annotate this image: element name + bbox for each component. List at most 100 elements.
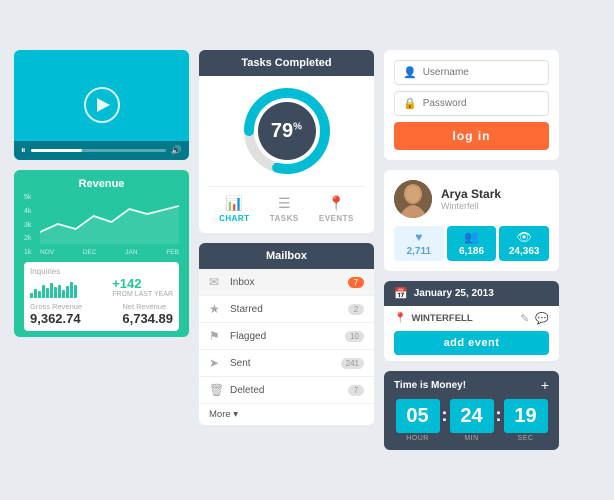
progress-bar[interactable] — [31, 149, 166, 152]
column-1: ⏸ 🔊 Revenue 5k 4k 3k 2k 1k — [14, 50, 189, 450]
secs-value: 19 — [504, 399, 548, 433]
tasks-icon: ☰ — [278, 195, 291, 212]
mail-item-inbox[interactable]: ✉ Inbox 7 — [199, 269, 374, 296]
stat-likes[interactable]: ♥ 2,711 — [394, 226, 444, 261]
mins-label: MIN — [464, 435, 478, 442]
column-3: 👤 🔒 log in — [384, 50, 559, 450]
video-player: ⏸ 🔊 — [14, 50, 189, 160]
countdown-secs: 19 SEC — [504, 399, 548, 442]
video-controls: ⏸ 🔊 — [14, 141, 189, 160]
tasks-header: Tasks Completed — [199, 50, 374, 76]
mailbox-card: Mailbox ✉ Inbox 7 ★ Starred 2 ⚑ Flagged … — [199, 243, 374, 425]
mailbox-header: Mailbox — [199, 243, 374, 269]
mail-item-starred[interactable]: ★ Starred 2 — [199, 296, 374, 323]
mail-item-flagged[interactable]: ⚑ Flagged 10 — [199, 323, 374, 350]
chart-y-labels: 5k 4k 3k 2k 1k — [24, 194, 31, 256]
chart-svg — [40, 194, 179, 244]
views-count: 24,363 — [509, 246, 540, 257]
inquiries-section: +142 FROM LAST YEAR — [30, 276, 173, 298]
tasks-tabs: 📊 CHART ☰ TASKS 📍 EVENTS — [209, 186, 364, 223]
countdown-header: Time is Money! + — [384, 371, 559, 399]
pause-button[interactable]: ⏸ — [21, 145, 26, 156]
tab-events[interactable]: 📍 EVENTS — [319, 195, 354, 223]
sent-icon: ➤ — [209, 356, 223, 370]
net-revenue: Net Revenue 6,734.89 — [122, 302, 173, 326]
friends-count: 6,186 — [459, 246, 484, 257]
revenue-card: Revenue 5k 4k 3k 2k 1k NOV DEC — [14, 170, 189, 337]
add-event-button[interactable]: add event — [394, 331, 549, 355]
chart-x-labels: NOV DEC JAN FEB — [40, 249, 179, 256]
deleted-icon: 🗑 — [209, 383, 223, 397]
likes-count: 2,711 — [407, 246, 431, 257]
tab-tasks[interactable]: ☰ TASKS — [270, 195, 299, 223]
countdown-hours: 05 HOUR — [396, 399, 440, 442]
login-button[interactable]: log in — [394, 122, 549, 150]
profile-info: Arya Stark Winterfell — [394, 180, 549, 218]
inbox-icon: ✉ — [209, 275, 223, 289]
countdown-add[interactable]: + — [541, 377, 549, 393]
donut-label: 79% — [258, 102, 316, 160]
profile-name: Arya Stark — [441, 187, 501, 201]
volume-icon[interactable]: 🔊 — [171, 145, 182, 156]
play-icon — [97, 98, 110, 112]
calendar-icon: 📅 — [394, 287, 408, 300]
mail-more[interactable]: More ▾ — [199, 404, 374, 425]
separator-2: : — [496, 405, 502, 426]
column-2: Tasks Completed 79% 📊 — [199, 50, 374, 450]
mins-value: 24 — [450, 399, 494, 433]
lock-icon: 🔒 — [403, 97, 417, 110]
username-field[interactable]: 👤 — [394, 60, 549, 85]
password-input[interactable] — [423, 98, 540, 109]
flagged-icon: ⚑ — [209, 329, 223, 343]
bar-chart-mini — [30, 280, 106, 298]
revenue-bottom: Gross Revenue 9,362.74 Net Revenue 6,734… — [30, 302, 173, 326]
login-card: 👤 🔒 log in — [384, 50, 559, 160]
separator-1: : — [442, 405, 448, 426]
countdown-numbers: 05 HOUR : 24 MIN : 19 SEC — [384, 399, 559, 450]
user-icon: 👤 — [403, 66, 417, 79]
friends-icon: 👥 — [464, 230, 479, 244]
avatar — [394, 180, 432, 218]
password-field[interactable]: 🔒 — [394, 91, 549, 116]
tab-chart[interactable]: 📊 CHART — [219, 195, 250, 223]
hours-label: HOUR — [406, 435, 429, 442]
inquiries-label: Inquiries — [30, 267, 173, 276]
secs-label: SEC — [518, 435, 534, 442]
hours-value: 05 — [396, 399, 440, 433]
stat-friends[interactable]: 👥 6,186 — [447, 226, 497, 261]
play-button[interactable] — [84, 87, 120, 123]
location-row: 📍 WINTERFELL ✎ 💬 — [394, 312, 549, 325]
location-icon: 📍 — [394, 313, 406, 324]
edit-icon[interactable]: ✎ — [520, 312, 529, 325]
mail-item-deleted[interactable]: 🗑 Deleted 7 — [199, 377, 374, 404]
mail-item-sent[interactable]: ➤ Sent 241 — [199, 350, 374, 377]
heart-icon: ♥ — [415, 230, 422, 244]
location-text: WINTERFELL — [411, 313, 515, 324]
date-card: 📅 January 25, 2013 📍 WINTERFELL ✎ 💬 add … — [384, 281, 559, 361]
starred-icon: ★ — [209, 302, 223, 316]
countdown-mins: 24 MIN — [450, 399, 494, 442]
countdown-title: Time is Money! — [394, 380, 466, 391]
gross-revenue: Gross Revenue 9,362.74 — [30, 302, 82, 326]
donut-chart: 79% — [242, 86, 332, 176]
from-last-label: FROM LAST YEAR — [112, 291, 173, 298]
events-icon: 📍 — [328, 195, 345, 212]
countdown-card: Time is Money! + 05 HOUR : 24 MIN : 19 S… — [384, 371, 559, 450]
tasks-card: Tasks Completed 79% 📊 — [199, 50, 374, 233]
date-text: January 25, 2013 — [414, 288, 494, 299]
chart-icon: 📊 — [226, 195, 243, 212]
revenue-title: Revenue — [24, 178, 179, 190]
chat-icon[interactable]: 💬 — [535, 312, 549, 325]
profile-location: Winterfell — [441, 201, 501, 211]
username-input[interactable] — [423, 67, 540, 78]
profile-stats: ♥ 2,711 👥 6,186 👁 24,363 — [394, 226, 549, 261]
tasks-body: 79% 📊 CHART ☰ TASKS 📍 EVENTS — [199, 76, 374, 233]
profile-card: Arya Stark Winterfell ♥ 2,711 👥 6,186 👁 … — [384, 170, 559, 271]
chart-area: 5k 4k 3k 2k 1k NOV DEC JAN FEB — [24, 194, 179, 256]
views-icon: 👁 — [517, 230, 532, 244]
date-header: 📅 January 25, 2013 — [384, 281, 559, 306]
stat-views[interactable]: 👁 24,363 — [499, 226, 549, 261]
progress-fill — [31, 149, 82, 152]
inquiry-count: +142 — [112, 276, 173, 291]
date-body: 📍 WINTERFELL ✎ 💬 add event — [384, 306, 559, 361]
